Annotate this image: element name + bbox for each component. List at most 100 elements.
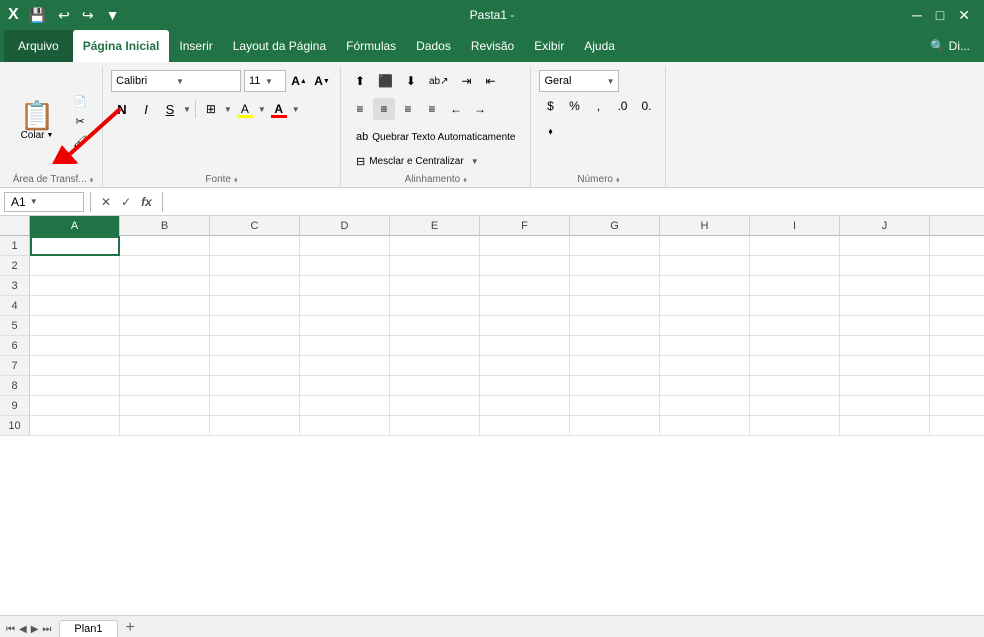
cell-I6[interactable] [750,336,840,356]
col-header-c[interactable]: C [210,216,300,236]
col-header-e[interactable]: E [390,216,480,236]
customize-button[interactable]: ▼ [102,5,124,25]
cell-D6[interactable] [300,336,390,356]
cell-F7[interactable] [480,356,570,376]
cell-F5[interactable] [480,316,570,336]
comma-button[interactable]: , [587,95,609,117]
cell-G8[interactable] [570,376,660,396]
align-middle-button[interactable]: ⬛ [373,70,398,92]
align-center-button[interactable]: ≡ [373,98,395,120]
cell-I5[interactable] [750,316,840,336]
cell-H4[interactable] [660,296,750,316]
col-header-j[interactable]: J [840,216,930,236]
row-num-5[interactable]: 5 [0,316,30,335]
add-sheet-button[interactable]: + [120,619,141,637]
cell-H2[interactable] [660,256,750,276]
row-num-10[interactable]: 10 [0,416,30,435]
cell-D4[interactable] [300,296,390,316]
cell-B8[interactable] [120,376,210,396]
cell-J10[interactable] [840,416,930,436]
number-expand-icon[interactable]: ⬧ [616,175,620,185]
col-header-f[interactable]: F [480,216,570,236]
menu-arquivo[interactable]: Arquivo [4,30,73,62]
close-button[interactable]: ✕ [952,7,976,24]
bold-button[interactable]: N [111,98,133,120]
cell-B7[interactable] [120,356,210,376]
redo-button[interactable]: ↪ [78,5,98,26]
cell-H6[interactable] [660,336,750,356]
cell-E7[interactable] [390,356,480,376]
font-name-selector[interactable]: Calibri ▼ [111,70,241,92]
cell-E3[interactable] [390,276,480,296]
col-header-g[interactable]: G [570,216,660,236]
cell-A8[interactable] [30,376,120,396]
menu-inserir[interactable]: Inserir [169,30,222,62]
cell-C3[interactable] [210,276,300,296]
paste-button[interactable]: 📋 Colar ▼ [12,92,62,150]
cell-C10[interactable] [210,416,300,436]
col-header-b[interactable]: B [120,216,210,236]
number-format-selector[interactable]: Geral ▼ [539,70,619,92]
cell-A3[interactable] [30,276,120,296]
align-left-button[interactable]: ≡ [349,98,371,120]
copy-button[interactable]: 📄 [66,92,94,110]
cell-H1[interactable] [660,236,750,256]
cell-H10[interactable] [660,416,750,436]
cell-I1[interactable] [750,236,840,256]
cell-F3[interactable] [480,276,570,296]
minimize-button[interactable]: ─ [906,7,928,23]
menu-revisao[interactable]: Revisão [461,30,524,62]
font-color-dropdown[interactable]: ▼ [292,105,300,114]
cell-G1[interactable] [570,236,660,256]
cell-F6[interactable] [480,336,570,356]
cell-C9[interactable] [210,396,300,416]
menu-search[interactable]: 🔍 Di... [920,30,980,62]
cell-J3[interactable] [840,276,930,296]
cell-J9[interactable] [840,396,930,416]
cell-I2[interactable] [750,256,840,276]
col-header-h[interactable]: H [660,216,750,236]
cell-G9[interactable] [570,396,660,416]
save-button[interactable]: 💾 [25,5,50,26]
cell-C8[interactable] [210,376,300,396]
cell-I3[interactable] [750,276,840,296]
cell-reference-box[interactable]: A1 ▼ [4,192,84,212]
formula-function-button[interactable]: fx [137,193,156,211]
cell-D8[interactable] [300,376,390,396]
cell-B1[interactable] [120,236,210,256]
cell-F10[interactable] [480,416,570,436]
cell-B6[interactable] [120,336,210,356]
cell-H8[interactable] [660,376,750,396]
row-num-7[interactable]: 7 [0,356,30,375]
cell-D7[interactable] [300,356,390,376]
cell-J8[interactable] [840,376,930,396]
cell-E5[interactable] [390,316,480,336]
formula-cancel-button[interactable]: ✕ [97,193,115,211]
increase-font-size-button[interactable]: A▲ [289,70,309,92]
cell-G6[interactable] [570,336,660,356]
cell-D9[interactable] [300,396,390,416]
cell-G7[interactable] [570,356,660,376]
cell-J5[interactable] [840,316,930,336]
font-expand-icon[interactable]: ⬧ [234,175,238,185]
clipboard-expand-icon[interactable]: ⬧ [90,175,94,185]
underline-dropdown[interactable]: ▼ [183,105,191,114]
underline-button[interactable]: S [159,98,181,120]
formula-input[interactable] [169,192,980,212]
align-bottom-button[interactable]: ⬇ [400,70,422,92]
cell-F9[interactable] [480,396,570,416]
decrease-indent-button[interactable]: ← [445,98,467,120]
cell-G3[interactable] [570,276,660,296]
cell-B9[interactable] [120,396,210,416]
cell-G10[interactable] [570,416,660,436]
cell-A9[interactable] [30,396,120,416]
cell-A10[interactable] [30,416,120,436]
row-num-3[interactable]: 3 [0,276,30,295]
row-num-2[interactable]: 2 [0,256,30,275]
cell-J4[interactable] [840,296,930,316]
cell-B10[interactable] [120,416,210,436]
cell-J2[interactable] [840,256,930,276]
cell-D10[interactable] [300,416,390,436]
cell-G4[interactable] [570,296,660,316]
cell-A2[interactable] [30,256,120,276]
